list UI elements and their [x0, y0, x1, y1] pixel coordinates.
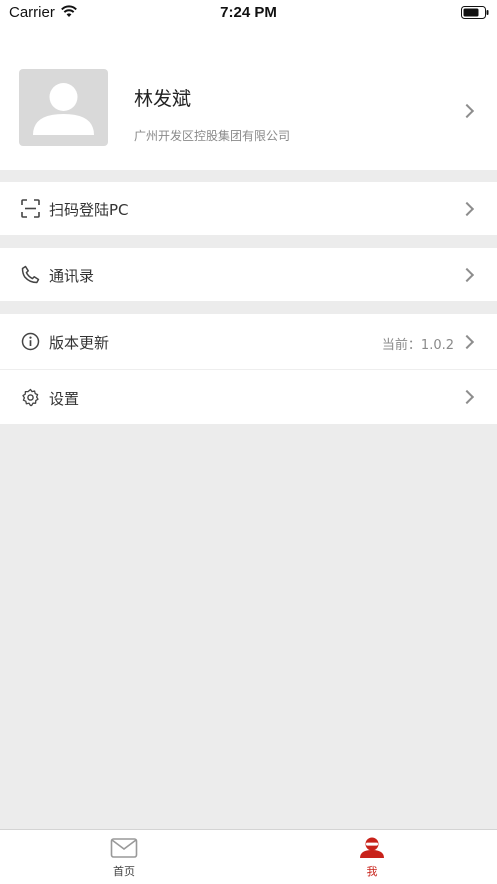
gear-icon [22, 388, 39, 407]
person-icon [360, 837, 384, 858]
info-icon [21, 332, 40, 351]
menu-item-scan-login[interactable]: 扫码登陆PC [0, 182, 497, 235]
menu-item-settings[interactable]: 设置 [0, 370, 497, 424]
tab-bar: 首页 我 [0, 829, 497, 884]
person-placeholder-icon [33, 83, 94, 135]
chevron-right-icon [459, 201, 475, 217]
profile-card[interactable]: 林发斌 广州开发区控股集团有限公司 [0, 27, 497, 170]
menu-item-label: 通讯录 [49, 267, 95, 285]
chevron-right-icon [459, 267, 475, 283]
clock: 7:24 PM [220, 4, 277, 21]
chevron-right-icon [459, 334, 475, 350]
user-name: 林发斌 [134, 88, 192, 110]
version-value: 当前：1.0.2 [381, 338, 454, 353]
menu-item-label: 设置 [49, 390, 80, 408]
menu-item-version[interactable]: 版本更新 当前：1.0.2 [0, 314, 497, 369]
menu-item-contacts[interactable]: 通讯录 [0, 248, 497, 301]
user-company: 广州开发区控股集团有限公司 [134, 129, 291, 143]
tab-me[interactable]: 我 [248, 830, 496, 884]
menu-item-label: 版本更新 [49, 334, 110, 352]
menu-item-label: 扫码登陆PC [49, 201, 129, 219]
chevron-right-icon [459, 389, 475, 405]
phone-icon [21, 265, 40, 284]
menu-group-version-settings: 版本更新 当前：1.0.2 设置 [0, 314, 497, 424]
mail-icon [110, 838, 138, 858]
scan-icon [21, 199, 40, 218]
battery-icon [461, 6, 489, 19]
avatar [19, 69, 108, 146]
tab-label: 我 [366, 865, 378, 878]
chevron-right-icon [459, 103, 475, 119]
tab-home[interactable]: 首页 [0, 830, 248, 884]
tab-label: 首页 [113, 865, 135, 878]
status-bar: Carrier 7:24 PM [0, 0, 497, 27]
